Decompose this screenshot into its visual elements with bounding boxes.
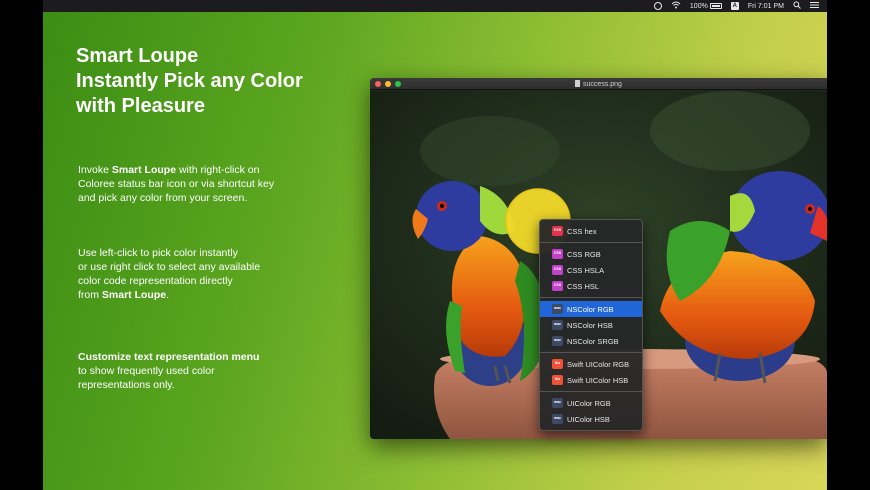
spotlight-search-icon[interactable]: [793, 1, 801, 11]
headline: Smart Loupe Instantly Pick any Color wit…: [76, 44, 303, 119]
window-title: success.png: [370, 80, 827, 88]
paragraph-line: from Smart Loupe.: [78, 288, 318, 302]
css-badge-icon: CSS: [552, 226, 563, 236]
paragraph-line: Use left-click to pick color instantly: [78, 247, 238, 259]
text-bold: Customize text representation menu: [78, 351, 260, 363]
menu-item-label: NSColor HSB: [567, 320, 613, 330]
battery-icon: [709, 2, 722, 9]
text: .: [166, 289, 170, 301]
menu-item-css-hsl[interactable]: CSS CSS HSL: [540, 278, 642, 294]
swift-badge-icon: Sw: [552, 359, 563, 369]
menu-item-label: CSS RGB: [567, 249, 601, 259]
menu-item-nscolor-srgb[interactable]: mac NSColor SRGB: [540, 333, 642, 349]
paragraph-line: Customize text representation menu: [78, 350, 318, 364]
headline-line: Smart Loupe: [76, 45, 199, 67]
paragraph-line: Coloree status bar icon or via shortcut …: [78, 178, 275, 190]
text: Invoke: [78, 164, 112, 176]
menu-item-label: Swift UIColor RGB: [567, 359, 630, 369]
color-format-menu: CSS CSS hex CSS CSS RGB CSS CSS HSLA CSS CSS…: [539, 219, 643, 431]
text-bold: Smart Loupe: [111, 164, 177, 176]
menu-item-css-rgb[interactable]: CSS CSS RGB: [540, 246, 642, 262]
mac-badge-icon: mac: [552, 320, 563, 330]
battery-percent: 100%: [689, 2, 708, 10]
menu-item-uicolor-rgb[interactable]: mac UIColor RGB: [540, 395, 642, 411]
coloree-status-icon[interactable]: [653, 2, 662, 10]
paragraph-click: Use left-click to pick color instantly o…: [78, 246, 318, 302]
menu-item-label: Swift UIColor HSB: [567, 375, 629, 385]
css-badge-icon: CSS: [552, 281, 563, 291]
text: from: [78, 289, 102, 301]
paragraph-invoke: Invoke Smart Loupe with right-click on C…: [78, 163, 318, 205]
mac-badge-icon: mac: [552, 414, 563, 424]
css-badge-icon: CSS: [552, 249, 563, 259]
menu-bar: 100% A Fri 7:01 PM: [43, 0, 827, 12]
menu-item-css-hex[interactable]: CSS CSS hex: [540, 223, 642, 239]
css-badge-icon: CSS: [552, 265, 563, 275]
menu-item-uicolor-hsb[interactable]: mac UIColor HSB: [540, 411, 642, 427]
menu-separator: [540, 242, 642, 243]
window-titlebar[interactable]: success.png: [370, 78, 827, 90]
menu-item-label: CSS HSL: [567, 281, 600, 291]
promo-slide: Smart Loupe Instantly Pick any Color wit…: [43, 12, 827, 490]
paragraph-line: representations only.: [78, 379, 175, 391]
menu-separator: [540, 297, 642, 298]
window-title-text: success.png: [583, 81, 622, 88]
notification-center-icon[interactable]: [810, 1, 819, 11]
mac-badge-icon: mac: [552, 398, 563, 408]
menu-bar-status-area: 100% A Fri 7:01 PM: [653, 1, 819, 11]
battery-status[interactable]: 100%: [690, 3, 722, 10]
paragraph-line: or use right click to select any availab…: [78, 261, 261, 273]
menu-item-nscolor-hsb[interactable]: mac NSColor HSB: [540, 317, 642, 333]
menu-separator: [540, 391, 642, 392]
wifi-icon[interactable]: [671, 1, 681, 11]
mac-badge-icon: mac: [552, 336, 563, 346]
menu-item-label: UIColor RGB: [567, 398, 611, 408]
paragraph-line: color code representation directly: [78, 275, 233, 287]
keyboard-input-icon[interactable]: A: [730, 2, 739, 10]
mac-badge-icon: mac: [552, 304, 563, 314]
headline-line: with Pleasure: [76, 95, 205, 117]
menu-item-label: CSS HSLA: [567, 265, 605, 275]
menu-item-css-hsla[interactable]: CSS CSS HSLA: [540, 262, 642, 278]
text-bold: Smart Loupe: [101, 289, 167, 301]
menu-item-label: NSColor RGB: [567, 304, 614, 314]
clock[interactable]: Fri 7:01 PM: [748, 3, 784, 10]
swift-badge-icon: Sw: [552, 375, 563, 385]
file-icon: [575, 80, 581, 87]
paragraph-line: Invoke Smart Loupe with right-click on: [78, 163, 318, 177]
text: with right-click on: [176, 164, 260, 176]
menu-item-nscolor-rgb[interactable]: mac NSColor RGB: [540, 301, 642, 317]
menu-item-label: UIColor HSB: [567, 414, 610, 424]
paragraph-line: and pick any color from your screen.: [78, 192, 248, 204]
menu-item-swift-uicolor-rgb[interactable]: Sw Swift UIColor RGB: [540, 356, 642, 372]
menu-item-label: CSS hex: [567, 226, 597, 236]
menu-item-label: NSColor SRGB: [567, 336, 619, 346]
menu-separator: [540, 352, 642, 353]
menu-item-swift-uicolor-hsb[interactable]: Sw Swift UIColor HSB: [540, 372, 642, 388]
headline-line: Instantly Pick any Color: [76, 70, 303, 92]
paragraph-customize: Customize text representation menu to sh…: [78, 350, 318, 392]
paragraph-line: to show frequently used color: [78, 365, 215, 377]
